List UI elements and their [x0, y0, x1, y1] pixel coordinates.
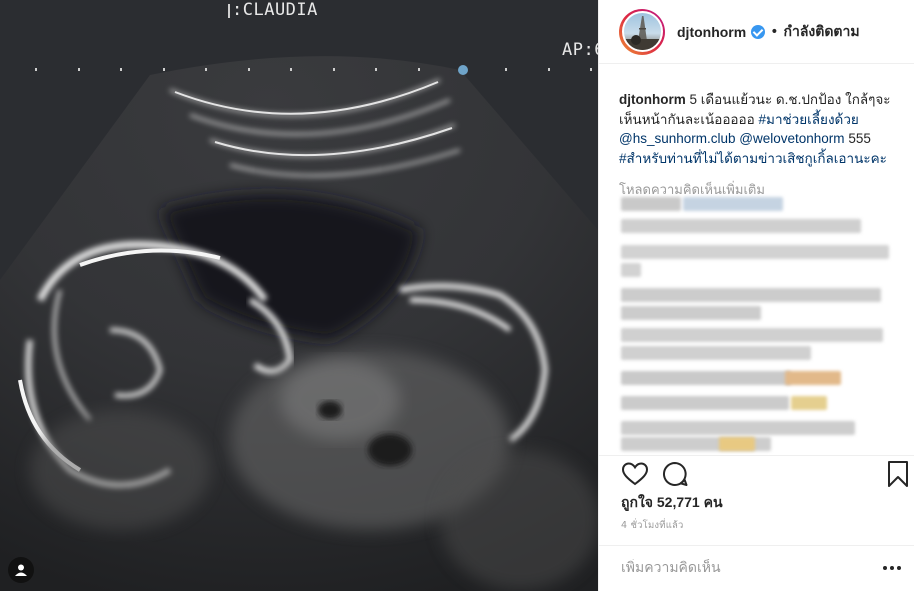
- blurred-comment-emoji: [719, 437, 755, 451]
- bookmark-icon[interactable]: [887, 460, 909, 492]
- scan-patient-label: :CLAUDIA: [232, 0, 318, 20]
- following-button[interactable]: กำลังติดตาม: [783, 21, 859, 43]
- blurred-comment-text: [621, 245, 889, 259]
- post-timestamp[interactable]: 4 ชั่วโมงที่แล้ว: [621, 518, 684, 533]
- caption-and-comments: djtonhorm 5 เดือนแย้วนะ ด.ช.ปกป้อง ใกล้ๆ…: [619, 90, 899, 200]
- post-image[interactable]: :CLAUDIA AP:6: [0, 0, 598, 591]
- scan-ap-label: AP:6: [562, 40, 598, 60]
- blurred-comment-text: [621, 346, 811, 360]
- blurred-comment-text: [621, 288, 881, 302]
- user-tag-icon[interactable]: [8, 557, 34, 583]
- blurred-comment-emoji: [791, 396, 827, 410]
- mention-link[interactable]: @welovetonhorm: [739, 131, 844, 146]
- blurred-comment-text: [621, 306, 761, 320]
- header-separator: •: [770, 23, 779, 40]
- post-header: djtonhorm • กำลังติดตาม: [599, 0, 914, 64]
- hashtag-link[interactable]: #สำหรับท่านที่ไม่ได้ตามข่าวเสิชกูเกิ้ลเอ…: [619, 151, 887, 166]
- blurred-comment-text: [621, 421, 855, 435]
- verified-badge-icon: [751, 24, 766, 39]
- more-options-icon[interactable]: [883, 566, 901, 570]
- blurred-comment-emoji: [785, 371, 841, 385]
- ultrasound-image: [0, 0, 598, 591]
- post-side-panel: djtonhorm • กำลังติดตาม djtonhorm 5 เดือ…: [598, 0, 914, 591]
- comment-icon[interactable]: [661, 460, 689, 492]
- action-bar: [599, 455, 914, 491]
- likes-count[interactable]: ถูกใจ 52,771 คน: [621, 492, 723, 514]
- blurred-comment-text: [621, 328, 883, 342]
- add-comment-input[interactable]: [621, 559, 861, 575]
- blurred-comment-text: [683, 197, 783, 211]
- avatar[interactable]: [619, 8, 665, 55]
- mention-link[interactable]: @hs_sunhorm.club: [619, 131, 736, 146]
- heart-icon[interactable]: [621, 460, 649, 492]
- add-comment-area: [599, 545, 914, 591]
- blurred-comment-text: [621, 263, 641, 277]
- caption-number: 555: [848, 131, 871, 146]
- header-username[interactable]: djtonhorm: [677, 24, 746, 40]
- blurred-comment-text: [621, 219, 861, 233]
- caption-username[interactable]: djtonhorm: [619, 92, 686, 107]
- hashtag-link[interactable]: #มาช่วยเลี้ยงด้วย: [759, 112, 859, 127]
- blurred-comment-text: [621, 371, 791, 385]
- blurred-comment-text: [621, 396, 789, 410]
- blurred-comment-user: [621, 197, 681, 211]
- caption: djtonhorm 5 เดือนแย้วนะ ด.ช.ปกป้อง ใกล้ๆ…: [619, 90, 899, 168]
